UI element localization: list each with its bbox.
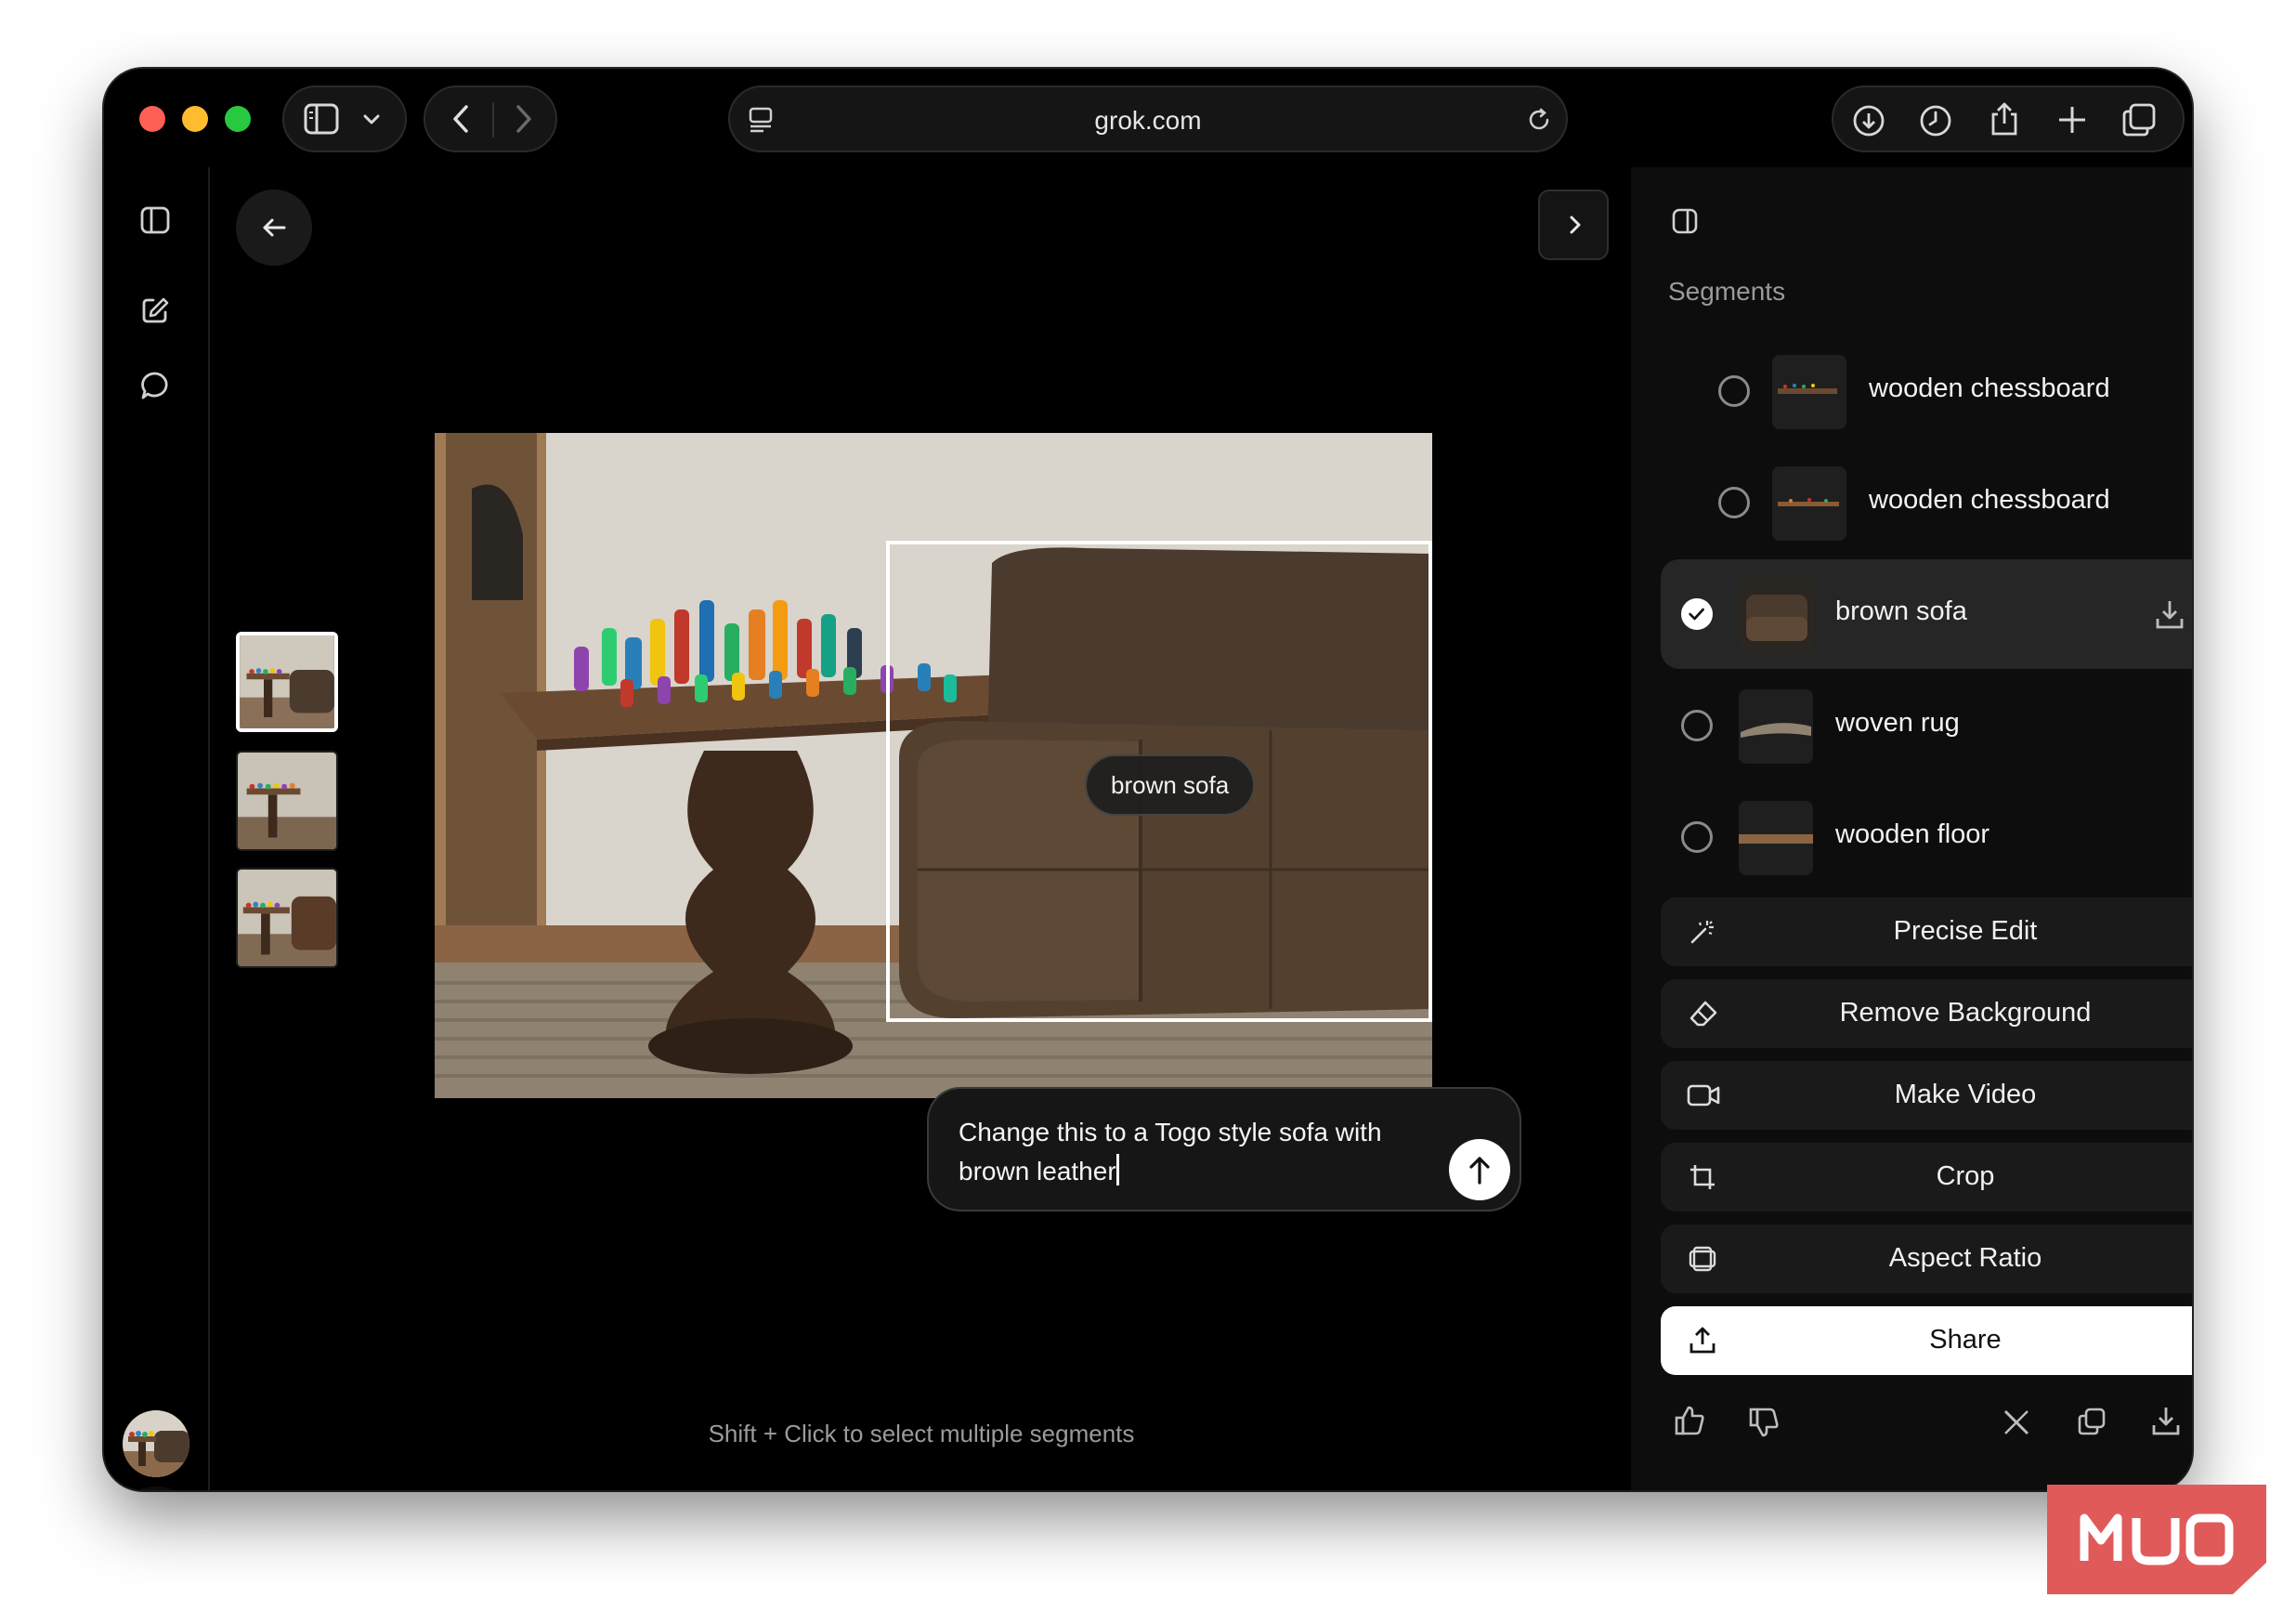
chat-bubble-icon[interactable]: [139, 370, 171, 401]
user-account-button[interactable]: [113, 1486, 199, 1490]
segments-panel: Segments wooden chessboard wooden chessb…: [1631, 167, 2192, 1490]
segment-label: wooden floor: [1835, 819, 1990, 849]
back-arrow-icon[interactable]: [448, 102, 474, 136]
panel-toggle-icon[interactable]: [140, 206, 170, 234]
edit-prompt-input[interactable]: Change this to a Togo style sofa with br…: [959, 1113, 1442, 1191]
segment-radio[interactable]: [1681, 821, 1713, 853]
open-panel-button[interactable]: [1538, 190, 1609, 260]
browser-toolbar: [1832, 85, 2185, 152]
edit-prompt-text: Change this to a Togo style sofa with br…: [959, 1118, 1382, 1185]
reload-icon[interactable]: [1525, 106, 1553, 134]
forward-arrow-icon[interactable]: [511, 102, 537, 136]
image-editor-canvas: brown sofa Change this to a Togo style s…: [212, 167, 1631, 1490]
make-video-label: Make Video: [1894, 1080, 2037, 1109]
address-text: grok.com: [1094, 106, 1202, 135]
segment-thumbnail: [1739, 801, 1813, 875]
send-button[interactable]: [1449, 1139, 1510, 1200]
segments-heading: Segments: [1668, 277, 1786, 306]
segment-radio[interactable]: [1718, 487, 1750, 518]
thumbnail-image-3[interactable]: [236, 868, 338, 968]
watermark-logo: [2047, 1485, 2266, 1594]
download-icon[interactable]: [1852, 104, 1885, 138]
share-label: Share: [1929, 1325, 2002, 1355]
arrow-up-icon: [1465, 1153, 1494, 1186]
segment-thumbnail: [1772, 466, 1846, 541]
chevron-right-icon: [1562, 212, 1588, 238]
segment-thumbnail: [1772, 355, 1846, 429]
sidebar-toggle-group: [282, 85, 407, 152]
segment-row[interactable]: wooden floor: [1661, 782, 2192, 892]
text-caret: [1115, 1154, 1119, 1185]
remove-background-label: Remove Background: [1839, 998, 2092, 1028]
selection-label: brown sofa: [1085, 754, 1256, 816]
edit-prompt-box[interactable]: Change this to a Togo style sofa with br…: [927, 1087, 1521, 1211]
segment-label: woven rug: [1835, 708, 1960, 738]
download-icon[interactable]: [2155, 598, 2185, 630]
navigation-group: [424, 85, 557, 152]
copy-icon[interactable]: [2077, 1407, 2107, 1436]
segment-radio[interactable]: [1718, 375, 1750, 407]
thumbs-down-icon[interactable]: [1748, 1407, 1780, 1438]
segment-row[interactable]: woven rug: [1661, 671, 2192, 780]
minimize-window-button[interactable]: [182, 106, 208, 132]
zoom-window-button[interactable]: [225, 106, 251, 132]
new-chat-icon[interactable]: [140, 295, 170, 325]
back-button[interactable]: [236, 190, 312, 266]
multi-select-hint: Shift + Click to select multiple segment…: [708, 1420, 1135, 1447]
avatar[interactable]: [123, 1410, 189, 1477]
remove-background-button[interactable]: Remove Background: [1661, 979, 2192, 1048]
close-window-button[interactable]: [139, 106, 165, 132]
precise-edit-button[interactable]: Precise Edit: [1661, 897, 2192, 966]
crop-label: Crop: [1936, 1161, 1995, 1191]
address-bar[interactable]: grok.com: [728, 85, 1568, 152]
precise-edit-label: Precise Edit: [1893, 916, 2038, 946]
segment-thumbnail: [1739, 689, 1813, 764]
history-icon[interactable]: [1919, 104, 1952, 138]
crop-button[interactable]: Crop: [1661, 1143, 2192, 1211]
thumbnail-image-1[interactable]: [236, 632, 338, 732]
segment-label: wooden chessboard: [1869, 373, 2110, 403]
aspect-ratio-label: Aspect Ratio: [1888, 1243, 2042, 1273]
segment-row[interactable]: wooden chessboard: [1705, 336, 2192, 446]
segment-row[interactable]: wooden chessboard: [1705, 448, 2192, 557]
edited-image[interactable]: brown sofa: [435, 433, 1432, 1098]
share-icon[interactable]: [1988, 100, 2021, 138]
chevron-down-icon[interactable]: [360, 108, 383, 130]
plus-icon[interactable]: [2056, 104, 2088, 136]
thumbs-up-icon[interactable]: [1674, 1405, 1705, 1436]
arrow-left-icon: [259, 213, 289, 242]
panel-collapse-icon[interactable]: [1672, 208, 1698, 234]
aspect-ratio-button[interactable]: Aspect Ratio: [1661, 1225, 2192, 1293]
segment-thumbnail: [1739, 578, 1813, 652]
x-logo-icon[interactable]: [2002, 1408, 2030, 1436]
make-video-button[interactable]: Make Video: [1661, 1061, 2192, 1130]
browser-window: grok.com brown sofa Change this to a Tog…: [104, 69, 2192, 1490]
segment-radio-checked[interactable]: [1681, 598, 1713, 630]
browser-titlebar: grok.com: [104, 69, 2192, 167]
segment-label: wooden chessboard: [1869, 485, 2110, 515]
left-sidebar: [104, 167, 210, 1490]
sidebar-toggle-icon[interactable]: [303, 102, 340, 136]
thumbnail-image-2[interactable]: [236, 751, 338, 851]
nav-divider: [492, 102, 494, 138]
segment-radio[interactable]: [1681, 710, 1713, 741]
segment-label: brown sofa: [1835, 596, 1967, 626]
tabs-overview-icon[interactable]: [2121, 102, 2157, 138]
segment-row-selected[interactable]: brown sofa: [1661, 559, 2192, 669]
download-icon[interactable]: [2151, 1405, 2181, 1436]
share-button[interactable]: Share: [1661, 1306, 2192, 1375]
